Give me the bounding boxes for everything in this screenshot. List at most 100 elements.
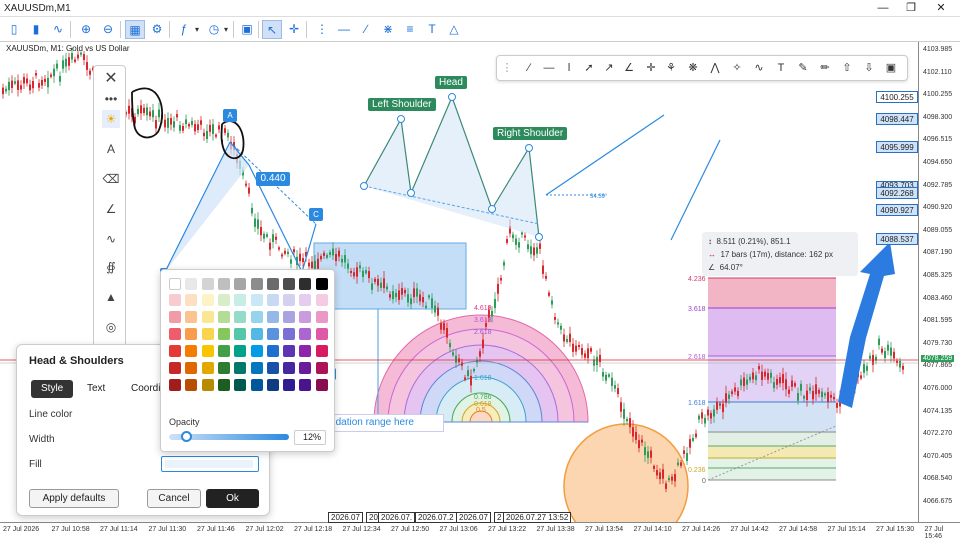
indicators-icon[interactable]: ƒ: [174, 20, 194, 39]
head-and-shoulders-pattern[interactable]: [361, 94, 543, 241]
time-axis[interactable]: 27 Jul 202627 Jul 10:5827 Jul 11:1427 Ju…: [0, 522, 960, 539]
color-swatch[interactable]: [267, 345, 279, 357]
color-swatch[interactable]: [299, 278, 311, 290]
arrow-up-tool-icon[interactable]: ⇧: [839, 60, 855, 76]
sun-icon[interactable]: ☀: [102, 110, 120, 128]
info-line-tool-icon[interactable]: ↗: [601, 60, 617, 76]
color-swatch[interactable]: [185, 345, 197, 357]
color-swatch[interactable]: [185, 294, 197, 306]
color-swatch[interactable]: [185, 328, 197, 340]
pencil-tool-icon[interactable]: ✏: [817, 60, 833, 76]
color-swatch[interactable]: [218, 278, 230, 290]
eraser-icon[interactable]: ⌫: [102, 170, 120, 188]
color-swatch[interactable]: [283, 294, 295, 306]
color-swatch[interactable]: [234, 278, 246, 290]
trendline-tool-icon[interactable]: ∕: [521, 60, 537, 76]
color-swatch[interactable]: [316, 345, 328, 357]
color-swatch[interactable]: [251, 278, 263, 290]
color-swatch[interactable]: [251, 328, 263, 340]
shapes-icon[interactable]: △: [444, 20, 464, 39]
angle-icon[interactable]: ∠: [102, 200, 120, 218]
target-icon[interactable]: ◎: [102, 318, 120, 336]
color-swatch[interactable]: [169, 294, 181, 306]
color-swatch[interactable]: [202, 294, 214, 306]
color-swatch[interactable]: [202, 379, 214, 391]
color-swatch[interactable]: [267, 294, 279, 306]
color-swatch[interactable]: [251, 362, 263, 374]
color-swatch[interactable]: [299, 379, 311, 391]
color-swatch[interactable]: [251, 345, 263, 357]
color-swatch[interactable]: [218, 345, 230, 357]
color-swatch[interactable]: [283, 311, 295, 323]
ray-tool-icon[interactable]: —: [541, 60, 557, 76]
color-swatch[interactable]: [251, 379, 263, 391]
color-swatch[interactable]: [202, 345, 214, 357]
color-swatch[interactable]: [299, 345, 311, 357]
hs-tool-icon[interactable]: ⋀: [707, 60, 723, 76]
tab-text[interactable]: Text: [77, 380, 115, 398]
color-swatch[interactable]: [234, 294, 246, 306]
zoom-out-icon[interactable]: ⊖: [98, 20, 118, 39]
fib-arcs[interactable]: 4.618 3.618 2.618 1.618 0.786 0.618 0.5: [374, 305, 588, 422]
color-swatch[interactable]: [267, 379, 279, 391]
color-swatch[interactable]: [267, 362, 279, 374]
color-swatch[interactable]: [283, 362, 295, 374]
color-swatch[interactable]: [267, 328, 279, 340]
screenshot-tool-icon[interactable]: ▣: [883, 60, 899, 76]
color-swatch[interactable]: [169, 362, 181, 374]
vertical-line-tool-icon[interactable]: ǀ: [561, 60, 577, 76]
color-swatch[interactable]: [299, 294, 311, 306]
color-swatch[interactable]: [299, 311, 311, 323]
vertical-line-icon[interactable]: ⋮: [312, 20, 332, 39]
color-swatch[interactable]: [218, 328, 230, 340]
color-swatch[interactable]: [185, 278, 197, 290]
elliott-tool-icon[interactable]: ∿: [751, 60, 767, 76]
fan-icon[interactable]: ∯: [102, 258, 120, 276]
horizontal-line-icon[interactable]: —: [334, 20, 354, 39]
color-swatch[interactable]: [316, 362, 328, 374]
right-shoulder-label[interactable]: Right Shoulder: [493, 127, 567, 140]
line-chart-icon[interactable]: ∿: [48, 20, 68, 39]
xabcd-tool-icon[interactable]: ❋: [685, 60, 701, 76]
color-swatch[interactable]: [169, 311, 181, 323]
left-shoulder-label[interactable]: Left Shoulder: [368, 98, 436, 111]
tab-style[interactable]: Style: [31, 380, 73, 398]
autoscroll-icon[interactable]: ⚙: [147, 20, 167, 39]
color-swatch[interactable]: [299, 362, 311, 374]
color-swatch[interactable]: [316, 278, 328, 290]
color-swatch[interactable]: [234, 379, 246, 391]
orange-ellipse[interactable]: [564, 424, 688, 522]
color-swatch[interactable]: [218, 362, 230, 374]
color-swatch[interactable]: [234, 328, 246, 340]
color-swatch[interactable]: [169, 278, 181, 290]
color-swatch[interactable]: [218, 311, 230, 323]
text-tool-icon[interactable]: T: [773, 60, 789, 76]
color-swatch[interactable]: [251, 311, 263, 323]
color-swatch[interactable]: [316, 294, 328, 306]
cancel-button[interactable]: Cancel: [147, 489, 201, 508]
ok-button[interactable]: Ok: [206, 489, 259, 508]
color-swatch[interactable]: [202, 311, 214, 323]
price-axis[interactable]: 4103.9854102.1104100.2554098.3004096.515…: [918, 42, 960, 522]
tile-windows-icon[interactable]: ▦: [125, 20, 145, 39]
color-swatch[interactable]: [267, 311, 279, 323]
color-swatch[interactable]: [234, 311, 246, 323]
opacity-value[interactable]: 12%: [294, 430, 326, 445]
color-swatch[interactable]: [283, 379, 295, 391]
color-swatch[interactable]: [185, 362, 197, 374]
close-icon[interactable]: ✕: [926, 0, 956, 17]
angle-tool-icon[interactable]: ∠: [621, 60, 637, 76]
minimize-icon[interactable]: —: [868, 0, 898, 17]
zoom-in-icon[interactable]: ⊕: [76, 20, 96, 39]
opacity-slider[interactable]: [169, 434, 289, 440]
restore-icon[interactable]: ❐: [896, 0, 926, 17]
apply-defaults-button[interactable]: Apply defaults: [29, 489, 119, 508]
color-swatch[interactable]: [283, 328, 295, 340]
color-swatch[interactable]: [185, 311, 197, 323]
crosshair-tool-icon[interactable]: ✛: [643, 60, 659, 76]
color-swatch[interactable]: [316, 328, 328, 340]
color-swatch[interactable]: [267, 278, 279, 290]
color-swatch[interactable]: [316, 379, 328, 391]
abcd-pattern[interactable]: [165, 142, 316, 272]
cursor-icon[interactable]: ↖: [262, 20, 282, 39]
